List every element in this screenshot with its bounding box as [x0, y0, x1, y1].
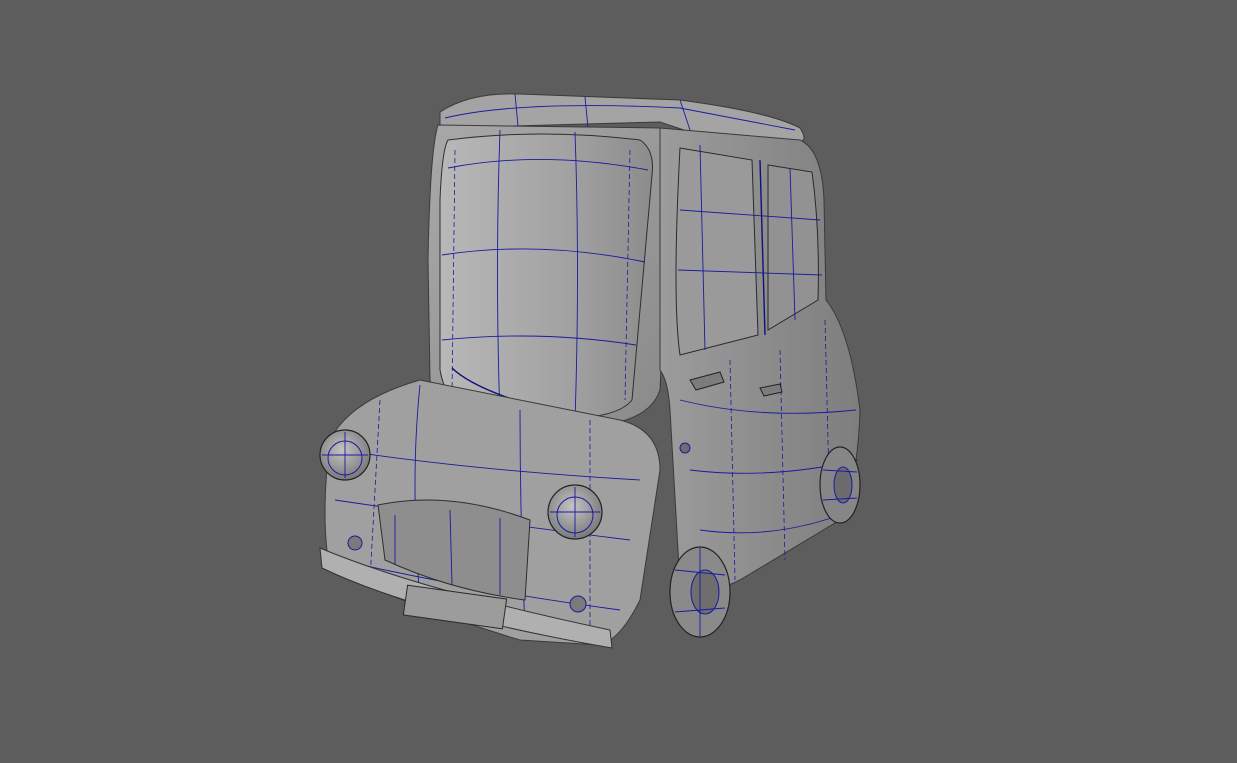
- left-fog-light: [347, 535, 363, 551]
- right-headlight: [547, 484, 603, 540]
- cartoon-car-model[interactable]: [0, 0, 1237, 763]
- front-wheel: [669, 546, 731, 638]
- front-cab: [427, 124, 671, 426]
- left-headlight: [319, 429, 371, 481]
- car-front-face: [319, 379, 661, 649]
- rear-wheel: [819, 446, 861, 524]
- car-side-body: [659, 127, 861, 592]
- right-fog-light: [569, 595, 587, 613]
- 3d-viewport[interactable]: [0, 0, 1237, 763]
